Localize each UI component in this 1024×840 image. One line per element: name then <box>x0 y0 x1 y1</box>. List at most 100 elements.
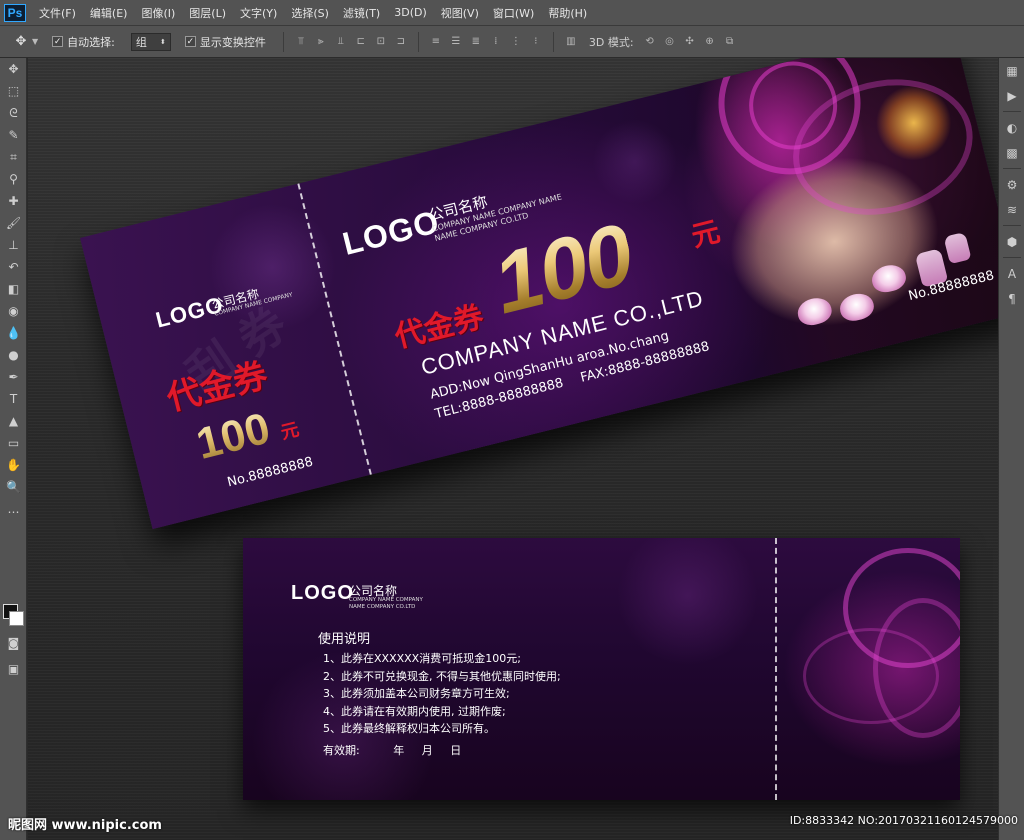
voucher-back: LOGO 公司名称 COMPANY NAME COMPANY NAME COMP… <box>243 538 960 800</box>
quick-select-tool-icon[interactable]: ✎ <box>0 124 27 146</box>
show-transform-checkbox[interactable]: ✓ <box>184 36 196 47</box>
layers-panel-icon[interactable]: ⬢ <box>999 229 1024 254</box>
dropdown-arrows-icon: ⬍ <box>160 37 166 46</box>
quick-mask-icon[interactable]: ◙ <box>0 632 27 654</box>
auto-select-value: 组 <box>135 35 147 49</box>
spa-bottle <box>943 231 972 265</box>
show-transform-label: 显示变换控件 <box>199 35 266 49</box>
orchid-flower <box>837 290 877 324</box>
menu-select[interactable]: 选择(S) <box>284 5 336 21</box>
menu-layer[interactable]: 图层(L) <box>182 5 233 21</box>
tool-preset-caret-icon[interactable]: ▼ <box>32 37 38 46</box>
distribute-vcenter-icon[interactable]: ☰ <box>449 35 463 49</box>
zoom-tool-icon[interactable]: 🔍 <box>0 476 27 498</box>
pen-tool-icon[interactable]: ✒ <box>0 366 27 388</box>
character-panel-icon[interactable]: A <box>999 261 1024 286</box>
usage-rule: 2、此券不可兑换现金, 不得与其他优惠同时使用; <box>323 669 561 683</box>
site-watermark: 昵图网 www.nipic.com <box>8 818 162 833</box>
paragraph-panel-icon[interactable]: ¶ <box>999 286 1024 311</box>
menu-type[interactable]: 文字(Y) <box>233 5 284 21</box>
distribute-left-icon[interactable]: ⁞ <box>489 35 503 49</box>
background-color-swatch[interactable] <box>9 611 24 626</box>
swatches-panel-icon[interactable]: ▩ <box>999 140 1024 165</box>
back-company-sub-2: NAME COMPANY CO.LTD <box>349 604 416 610</box>
history-panel-icon[interactable]: ▦ <box>999 58 1024 83</box>
more-tools-icon[interactable]: … <box>0 498 27 520</box>
distribute-top-icon[interactable]: ≡ <box>429 35 443 49</box>
align-vcenter-icon[interactable]: ⫸ <box>314 35 328 49</box>
slide-3d-icon[interactable]: ⊕ <box>703 35 717 49</box>
path-select-tool-icon[interactable]: ▲ <box>0 410 27 432</box>
separator <box>1003 111 1021 112</box>
rotate-3d-icon[interactable]: ⟲ <box>643 35 657 49</box>
drag-3d-icon[interactable]: ✣ <box>683 35 697 49</box>
align-hcenter-icon[interactable]: ⊡ <box>374 35 388 49</box>
distribute-bottom-icon[interactable]: ≣ <box>469 35 483 49</box>
color-panel-icon[interactable]: ◐ <box>999 115 1024 140</box>
validity-year: 年 <box>393 744 405 757</box>
adjustments-panel-icon[interactable]: ⚙ <box>999 172 1024 197</box>
lasso-tool-icon[interactable]: ᘓ <box>0 102 27 124</box>
auto-align-icon[interactable]: ▥ <box>564 35 578 49</box>
usage-rule: 4、此券请在有效期内使用, 过期作废; <box>323 704 506 718</box>
properties-panel-icon[interactable]: ≋ <box>999 197 1024 222</box>
dodge-tool-icon[interactable]: ● <box>0 344 27 366</box>
stub-unit: 元 <box>278 419 302 444</box>
rectangle-tool-icon[interactable]: ▭ <box>0 432 27 454</box>
usage-rule: 3、此券须加盖本公司财务章方可生效; <box>323 687 510 700</box>
eraser-tool-icon[interactable]: ◧ <box>0 278 27 300</box>
usage-rule: 5、此券最终解释权归本公司所有。 <box>323 722 495 735</box>
auto-select-dropdown[interactable]: 组 ⬍ <box>130 32 171 51</box>
auto-select-checkbox[interactable]: ✓ <box>52 36 64 47</box>
roll-3d-icon[interactable]: ◎ <box>663 35 677 49</box>
orchid-flower <box>869 261 909 296</box>
swirl-decoration <box>803 628 939 724</box>
photoshop-logo: Ps <box>4 3 26 22</box>
align-left-icon[interactable]: ⊏ <box>354 35 368 49</box>
align-bottom-icon[interactable]: ⫫ <box>334 35 348 49</box>
orchid-flower <box>794 294 835 329</box>
auto-select-group: ✓ 自动选择: <box>52 34 115 50</box>
clone-stamp-tool-icon[interactable]: ⊥ <box>0 234 27 256</box>
menu-help[interactable]: 帮助(H) <box>541 5 594 21</box>
move-tool-icon[interactable]: ✥ <box>10 33 32 51</box>
back-logo: LOGO <box>291 582 354 604</box>
tools-panel: ✥ ⬚ ᘓ ✎ ⌗ ⚲ ✚ 🖌 ⊥ ↶ ◧ ◉ 💧 ● ✒ T ▲ ▭ ✋ 🔍 … <box>0 58 27 840</box>
separator <box>1003 168 1021 169</box>
screen-mode-icon[interactable]: ▣ <box>0 658 27 680</box>
separator <box>552 31 554 52</box>
menu-bar: Ps 文件(F) 编辑(E) 图像(I) 图层(L) 文字(Y) 选择(S) 滤… <box>0 0 1024 26</box>
menu-edit[interactable]: 编辑(E) <box>83 5 135 21</box>
type-tool-icon[interactable]: T <box>0 388 27 410</box>
brush-tool-icon[interactable]: 🖌 <box>0 212 27 234</box>
document-canvas[interactable]: 刮 券 LOGO 公司名称 COMPANY NAME COMPANY 代金券 1… <box>28 58 998 840</box>
crop-tool-icon[interactable]: ⌗ <box>0 146 27 168</box>
paint-bucket-tool-icon[interactable]: ◉ <box>0 300 27 322</box>
menu-window[interactable]: 窗口(W) <box>486 5 541 21</box>
distribute-right-icon[interactable]: ⁝ <box>529 35 543 49</box>
menu-view[interactable]: 视图(V) <box>434 5 486 21</box>
validity-line: 有效期: 年 月 日 <box>323 742 461 758</box>
panel-dock: ▦ ▶ ◐ ▩ ⚙ ≋ ⬢ A ¶ <box>998 58 1024 840</box>
usage-rule: 1、此券在XXXXXX消费可抵现金100元; <box>323 652 521 665</box>
eyedropper-tool-icon[interactable]: ⚲ <box>0 168 27 190</box>
distribute-hcenter-icon[interactable]: ⋮ <box>509 35 523 49</box>
menu-filter[interactable]: 滤镜(T) <box>336 5 387 21</box>
image-id-watermark: ID:8833342 NO:20170321160124579000 <box>789 814 1018 827</box>
healing-brush-tool-icon[interactable]: ✚ <box>0 190 27 212</box>
menu-3d[interactable]: 3D(D) <box>387 6 434 19</box>
move-tool-icon[interactable]: ✥ <box>0 58 27 80</box>
back-company-sub-1: COMPANY NAME COMPANY <box>349 597 423 603</box>
separator <box>1003 225 1021 226</box>
menu-file[interactable]: 文件(F) <box>32 5 83 21</box>
hand-tool-icon[interactable]: ✋ <box>0 454 27 476</box>
separator <box>1003 257 1021 258</box>
blur-tool-icon[interactable]: 💧 <box>0 322 27 344</box>
menu-image[interactable]: 图像(I) <box>134 5 182 21</box>
actions-panel-icon[interactable]: ▶ <box>999 83 1024 108</box>
align-right-icon[interactable]: ⊐ <box>394 35 408 49</box>
align-top-icon[interactable]: ⫪ <box>294 35 308 49</box>
marquee-tool-icon[interactable]: ⬚ <box>0 80 27 102</box>
scale-3d-icon[interactable]: ⧉ <box>723 35 737 49</box>
history-brush-tool-icon[interactable]: ↶ <box>0 256 27 278</box>
